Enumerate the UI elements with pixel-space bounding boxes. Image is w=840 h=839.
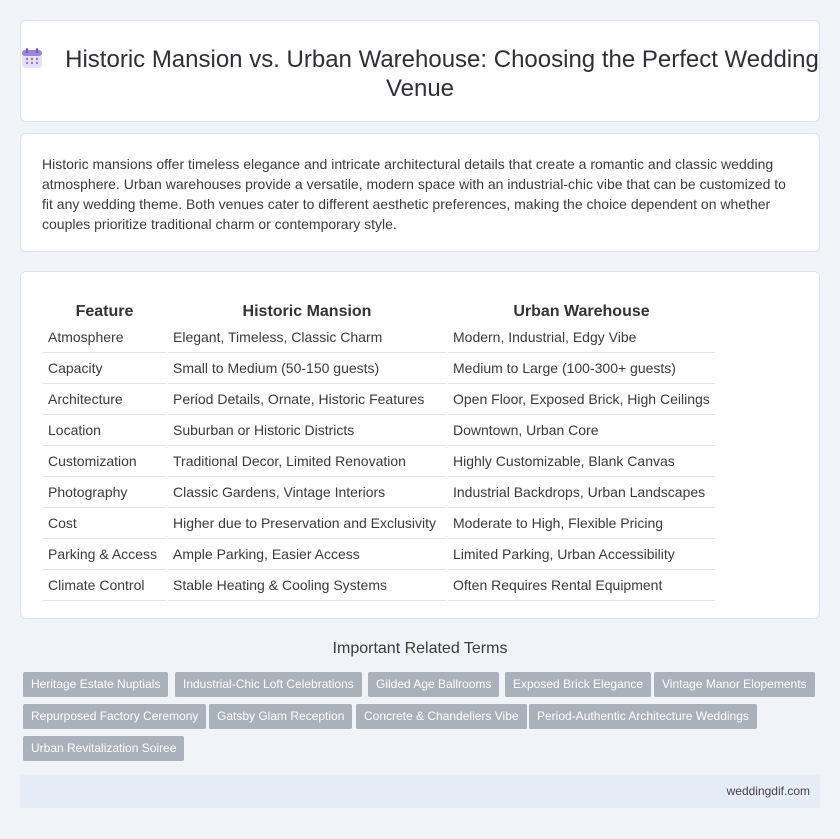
- table-header-row: Feature Historic Mansion Urban Warehouse: [43, 296, 715, 322]
- header-feature: Feature: [75, 303, 134, 320]
- footer: weddingdif.com: [20, 775, 820, 808]
- related-term-tag[interactable]: Heritage Estate Nuptials: [23, 672, 169, 697]
- warehouse-cell: Industrial Backdrops, Urban Landscapes: [448, 477, 715, 508]
- warehouse-cell: Open Floor, Exposed Brick, High Ceilings: [448, 384, 715, 415]
- warehouse-cell: Highly Customizable, Blank Canvas: [448, 446, 715, 477]
- warehouse-cell: Limited Parking, Urban Accessibility: [448, 539, 715, 570]
- warehouse-cell: Modern, Industrial, Edgy Vibe: [448, 322, 715, 353]
- related-term-tag[interactable]: Gatsby Glam Reception: [209, 704, 353, 729]
- table-row: Parking & Access Ample Parking, Easier A…: [43, 539, 715, 570]
- table-row: Capacity Small to Medium (50-150 guests)…: [43, 353, 715, 384]
- related-terms-heading: Important Related Terms: [332, 640, 508, 657]
- feature-cell: Cost: [43, 508, 166, 539]
- warehouse-cell: Medium to Large (100-300+ guests): [448, 353, 715, 384]
- page-title: Historic Mansion vs. Urban Warehouse: Ch…: [65, 46, 819, 102]
- warehouse-cell: Downtown, Urban Core: [448, 415, 715, 446]
- feature-cell: Photography: [43, 477, 166, 508]
- related-term-tag[interactable]: Period-Authentic Architecture Weddings: [529, 704, 757, 729]
- comparison-table: Feature Historic Mansion Urban Warehouse…: [41, 296, 717, 601]
- header-urban-warehouse: Urban Warehouse: [513, 303, 650, 320]
- feature-cell: Location: [43, 415, 166, 446]
- warehouse-cell: Often Requires Rental Equipment: [448, 570, 715, 601]
- feature-cell: Capacity: [43, 353, 166, 384]
- table-row: Climate Control Stable Heating & Cooling…: [43, 570, 715, 601]
- related-term-tag[interactable]: Industrial-Chic Loft Celebrations: [175, 672, 362, 697]
- mansion-cell: Classic Gardens, Vintage Interiors: [168, 477, 446, 508]
- feature-cell: Architecture: [43, 384, 166, 415]
- title-card: Historic Mansion vs. Urban Warehouse: Ch…: [20, 20, 820, 122]
- table-row: Location Suburban or Historic Districts …: [43, 415, 715, 446]
- related-term-tag[interactable]: Concrete & Chandeliers Vibe: [356, 704, 527, 729]
- mansion-cell: Period Details, Ornate, Historic Feature…: [168, 384, 446, 415]
- mansion-cell: Ample Parking, Easier Access: [168, 539, 446, 570]
- table-row: Photography Classic Gardens, Vintage Int…: [43, 477, 715, 508]
- related-term-tag[interactable]: Urban Revitalization Soiree: [23, 736, 185, 761]
- feature-cell: Parking & Access: [43, 539, 166, 570]
- feature-cell: Climate Control: [43, 570, 166, 601]
- feature-cell: Atmosphere: [43, 322, 166, 353]
- related-term-tag[interactable]: Repurposed Factory Ceremony: [23, 704, 207, 729]
- header-historic-mansion: Historic Mansion: [242, 303, 372, 320]
- intro-paragraph: Historic mansions offer timeless eleganc…: [42, 156, 786, 232]
- table-row: Atmosphere Elegant, Timeless, Classic Ch…: [43, 322, 715, 353]
- mansion-cell: Stable Heating & Cooling Systems: [168, 570, 446, 601]
- mansion-cell: Small to Medium (50-150 guests): [168, 353, 446, 384]
- table-row: Customization Traditional Decor, Limited…: [43, 446, 715, 477]
- mansion-cell: Elegant, Timeless, Classic Charm: [168, 322, 446, 353]
- mansion-cell: Traditional Decor, Limited Renovation: [168, 446, 446, 477]
- page-title-block: Historic Mansion vs. Urban Warehouse: Ch…: [21, 45, 819, 103]
- mansion-cell: Suburban or Historic Districts: [168, 415, 446, 446]
- table-row: Cost Higher due to Preservation and Excl…: [43, 508, 715, 539]
- warehouse-cell: Moderate to High, Flexible Pricing: [448, 508, 715, 539]
- related-term-tag[interactable]: Vintage Manor Elopements: [654, 672, 815, 697]
- calendar-icon: [22, 48, 43, 68]
- table-row: Architecture Period Details, Ornate, His…: [43, 384, 715, 415]
- footer-site[interactable]: weddingdif.com: [727, 784, 810, 798]
- mansion-cell: Higher due to Preservation and Exclusivi…: [168, 508, 446, 539]
- related-term-tag[interactable]: Exposed Brick Elegance: [505, 672, 652, 697]
- intro-card: Historic mansions offer timeless eleganc…: [20, 133, 820, 252]
- feature-cell: Customization: [43, 446, 166, 477]
- related-term-tag[interactable]: Gilded Age Ballrooms: [368, 672, 500, 697]
